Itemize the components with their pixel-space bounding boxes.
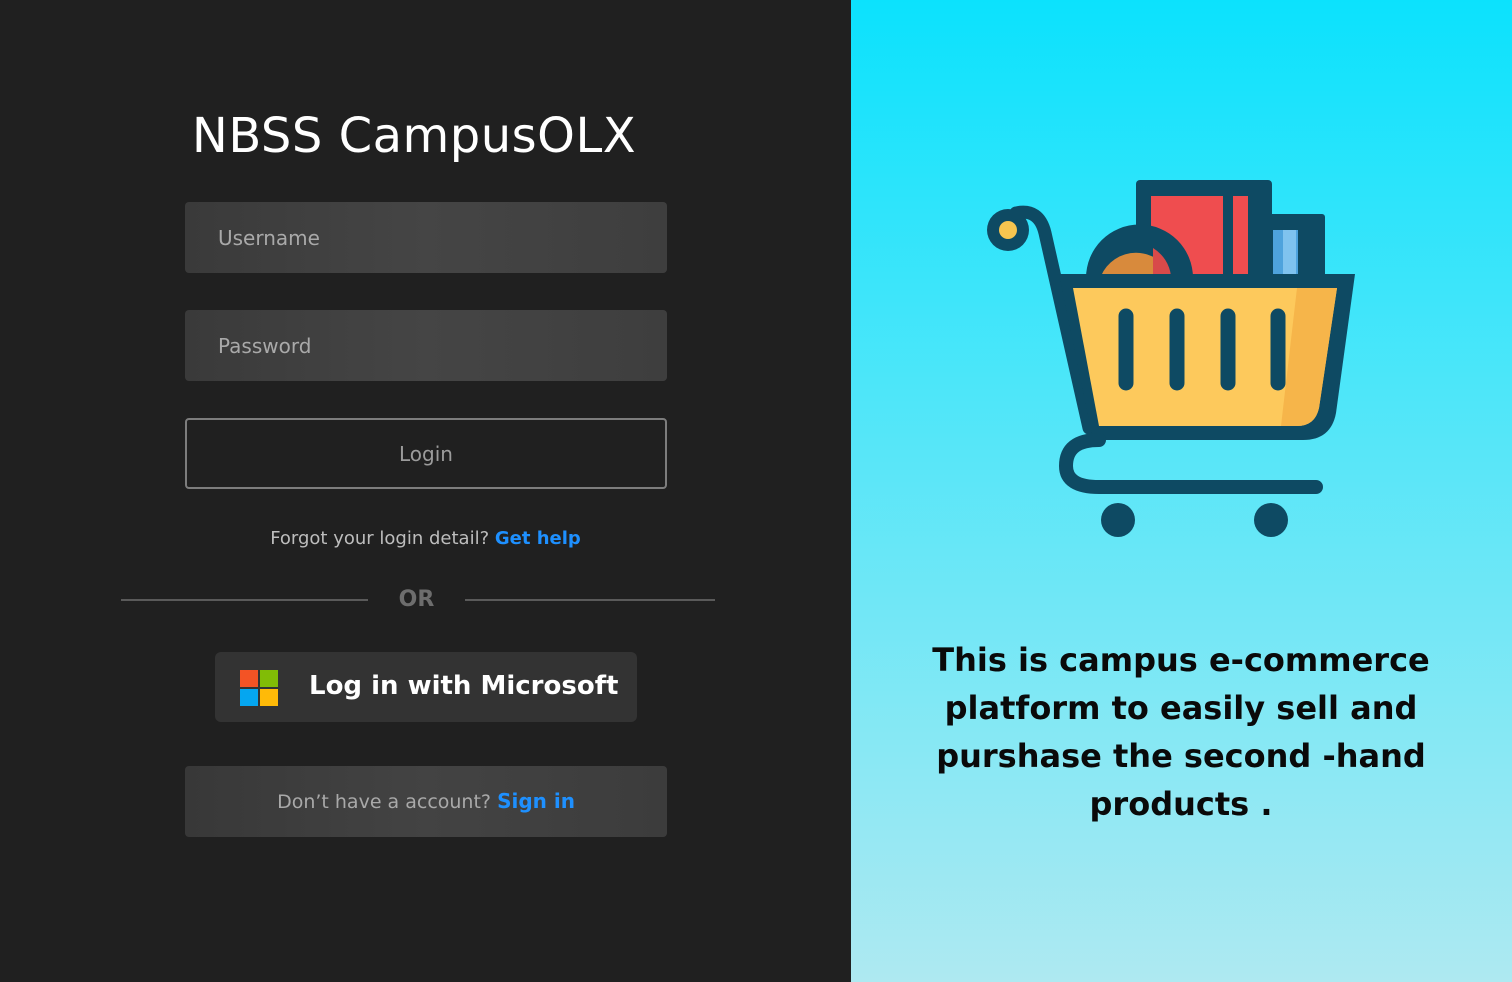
app-title: NBSS CampusOLX — [191, 108, 637, 164]
password-input[interactable] — [185, 310, 667, 381]
signup-prompt-box: Don’t have a account? Sign in — [185, 766, 667, 837]
sign-in-link[interactable]: Sign in — [497, 789, 575, 813]
promo-tagline: This is campus e-commerce platform to ea… — [932, 641, 1430, 823]
microsoft-logo-icon — [240, 670, 278, 706]
username-input[interactable] — [185, 202, 667, 273]
or-divider-label: OR — [398, 587, 435, 612]
forgot-login-text: Forgot your login detail? Get help — [0, 528, 851, 549]
shopping-cart-icon — [987, 180, 1355, 537]
microsoft-login-label: Log in with Microsoft — [309, 671, 619, 701]
signup-prompt: Don’t have a account? — [277, 791, 492, 813]
divider-line-left — [121, 599, 368, 601]
login-panel: NBSS CampusOLX Login Forgot your login d… — [0, 0, 851, 982]
promo-panel: This is campus e-commerce platform to ea… — [851, 0, 1512, 982]
get-help-link[interactable]: Get help — [495, 528, 581, 549]
login-button[interactable]: Login — [185, 418, 667, 489]
divider-line-right — [465, 599, 715, 601]
microsoft-login-button[interactable]: Log in with Microsoft — [215, 652, 637, 722]
forgot-prompt: Forgot your login detail? — [270, 528, 490, 549]
